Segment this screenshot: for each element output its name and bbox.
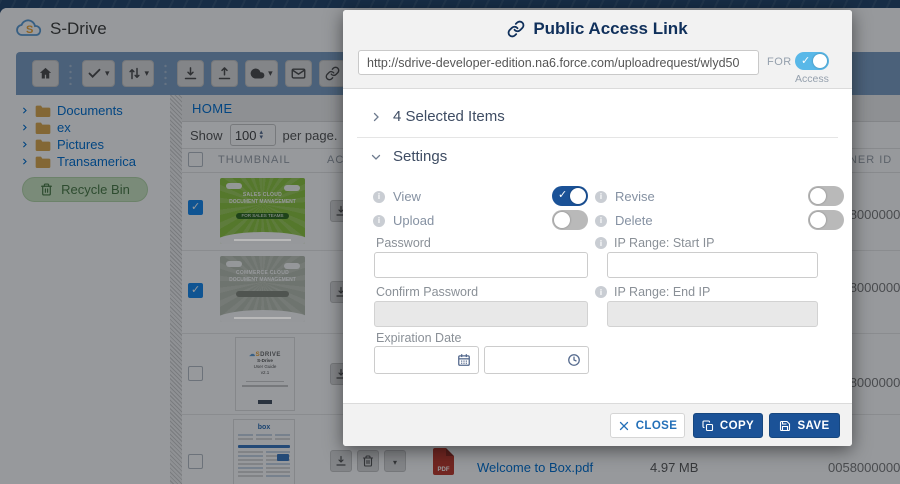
revise-toggle-label: Revise [595, 189, 655, 204]
copy-button[interactable]: COPY [693, 413, 763, 438]
public-access-link-modal: Public Access Link FOR Access 4 Selected… [343, 10, 852, 446]
public-link-url-input[interactable] [358, 50, 759, 75]
password-input[interactable] [374, 252, 588, 278]
for-access-toggle[interactable] [795, 52, 829, 70]
view-toggle-label: View [373, 189, 421, 204]
ip-end-label: IP Range: End IP [595, 285, 710, 299]
close-x-icon [618, 420, 630, 432]
ip-start-label: IP Range: Start IP [595, 236, 715, 250]
selected-items-section-toggle[interactable]: 4 Selected Items [370, 108, 505, 125]
delete-toggle-label: Delete [595, 213, 653, 228]
info-icon[interactable] [595, 286, 607, 298]
delete-toggle[interactable] [808, 210, 844, 230]
chevron-down-icon [370, 151, 382, 163]
access-label: Access [795, 73, 829, 85]
for-label: FOR [767, 56, 792, 68]
ip-end-input [607, 301, 818, 327]
info-icon[interactable] [595, 191, 607, 203]
screen: S S-Drive [0, 0, 900, 484]
modal-footer: CLOSE COPY SAVE [343, 403, 852, 446]
confirm-password-input [374, 301, 588, 327]
section-divider [357, 137, 838, 138]
save-button[interactable]: SAVE [769, 413, 840, 438]
info-icon[interactable] [595, 215, 607, 227]
password-label: Password [376, 236, 431, 250]
chevron-right-icon [370, 111, 382, 123]
info-icon[interactable] [595, 237, 607, 249]
view-toggle[interactable] [552, 186, 588, 206]
expiration-time-input[interactable] [484, 346, 589, 374]
modal-header: Public Access Link FOR Access [343, 10, 852, 89]
copy-icon [702, 420, 714, 432]
upload-toggle-label: Upload [373, 213, 434, 228]
upload-toggle[interactable] [552, 210, 588, 230]
info-icon[interactable] [373, 191, 385, 203]
revise-toggle[interactable] [808, 186, 844, 206]
save-icon [779, 420, 791, 432]
close-button[interactable]: CLOSE [610, 413, 685, 438]
clock-icon [567, 353, 581, 367]
ip-start-input[interactable] [607, 252, 818, 278]
modal-title: Public Access Link [343, 19, 852, 39]
calendar-icon [457, 353, 471, 367]
confirm-password-label: Confirm Password [376, 285, 478, 299]
info-icon[interactable] [373, 215, 385, 227]
expiration-date-label: Expiration Date [376, 331, 461, 345]
expiration-date-input[interactable] [374, 346, 479, 374]
settings-section-toggle[interactable]: Settings [370, 148, 447, 165]
link-icon [507, 20, 525, 38]
